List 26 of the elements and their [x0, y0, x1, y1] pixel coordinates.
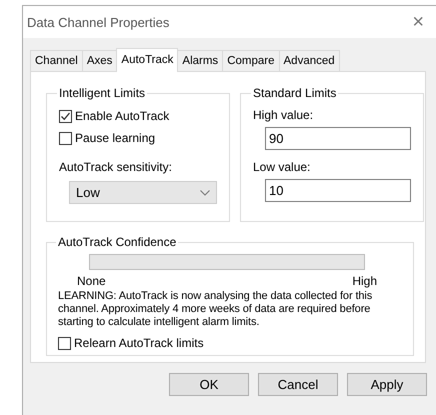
group-title: Intelligent Limits	[58, 86, 146, 100]
checkbox[interactable]	[59, 132, 72, 144]
checkbox[interactable]	[58, 336, 71, 350]
scale-label: High	[352, 274, 377, 288]
group-title: Standard Limits	[252, 86, 338, 100]
dialog-button[interactable]: Cancel	[258, 373, 338, 396]
status-message: LEARNING: AutoTrack is now analysing the data collected for this channel. Approximately 4 more weeks of data are required before starting to calculate intelligent alarm limits.	[58, 290, 374, 329]
group-title: AutoTrack Confidence	[57, 235, 178, 249]
window-title: Data Channel Properties	[27, 14, 170, 30]
input-field[interactable]: 90	[265, 127, 411, 150]
tab[interactable]: Advanced	[278, 50, 340, 71]
checkbox-label: Enable AutoTrack	[75, 109, 170, 123]
field-label: High value:	[253, 108, 314, 122]
chevron-icon	[200, 190, 210, 196]
dialog-button[interactable]: Apply	[347, 373, 427, 396]
tab[interactable]: AutoTrack	[116, 48, 178, 72]
tab[interactable]: Channel	[30, 50, 83, 71]
input-field[interactable]: 10	[265, 179, 411, 202]
dialog-button[interactable]: OK	[169, 373, 249, 396]
field-label: AutoTrack sensitivity:	[59, 160, 173, 174]
scale-label: None	[77, 274, 106, 288]
checkbox-label: Pause learning	[75, 131, 156, 145]
checkbox[interactable]	[59, 110, 72, 122]
close-button[interactable]: ×	[412, 10, 424, 34]
field-label: Low value:	[253, 160, 312, 174]
checkbox-label: Relearn AutoTrack limits	[74, 336, 204, 350]
